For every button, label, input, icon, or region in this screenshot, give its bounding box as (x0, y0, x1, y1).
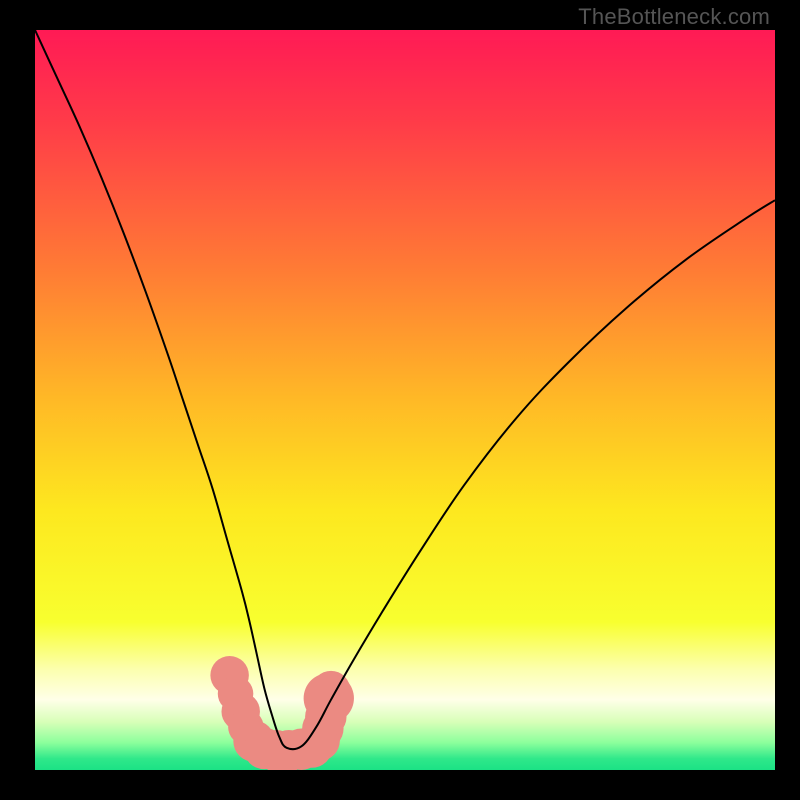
watermark-text: TheBottleneck.com (578, 4, 770, 30)
chart-svg (35, 30, 775, 770)
plot-area (35, 30, 775, 770)
gradient-background (35, 30, 775, 770)
chart-frame: TheBottleneck.com (0, 0, 800, 800)
